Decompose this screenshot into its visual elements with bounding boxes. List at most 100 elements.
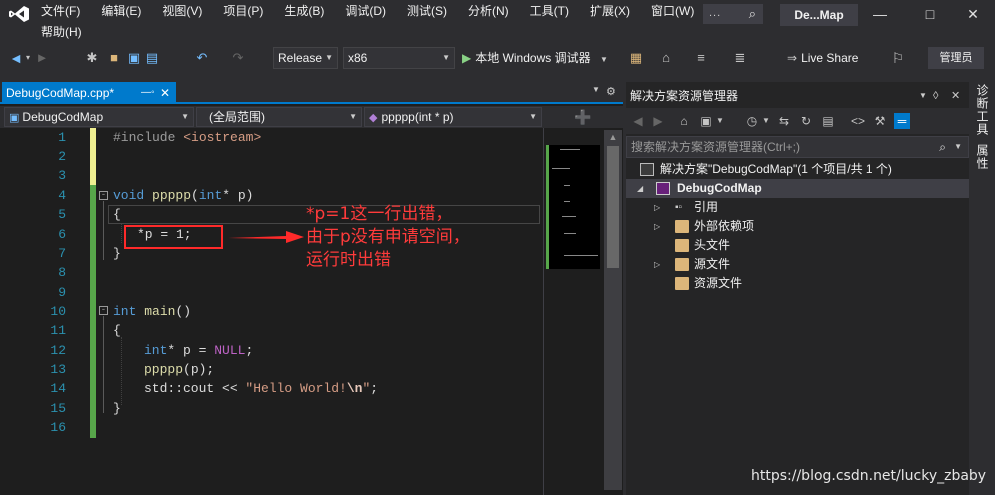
code-line: 1 #include <iostream>	[0, 128, 543, 147]
live-share-button[interactable]: ⇒ Live Share	[787, 47, 858, 69]
side-tab-diagnostics[interactable]: 诊断工具	[974, 84, 991, 136]
forward-icon[interactable]: ►	[34, 50, 50, 66]
nav-project-select[interactable]: ▣ DebugCodMap ▼	[4, 107, 194, 127]
menu-project[interactable]: 项目(P)	[222, 2, 264, 20]
pin-icon[interactable]: ◊	[933, 86, 938, 106]
code-token: {	[113, 207, 121, 222]
line-number: 3	[58, 168, 66, 183]
quick-search[interactable]: ... ⌕	[703, 4, 763, 24]
tree-item-references[interactable]: ▷ ▪▫ 引用	[626, 198, 969, 217]
save-all-icon[interactable]: ▤	[144, 50, 160, 66]
code-token: ppppp	[144, 362, 184, 377]
navigation-bar: ▣ DebugCodMap ▼ (全局范围) ▼ ◆ ppppp(int * p) …	[0, 106, 623, 128]
code-token: "Hello World!	[245, 381, 347, 396]
scrollbar-thumb[interactable]	[607, 146, 619, 268]
menu-edit[interactable]: 编辑(E)	[100, 2, 142, 20]
vertical-scrollbar[interactable]: ▲	[604, 130, 622, 490]
references-icon: ▪▫	[675, 202, 683, 213]
line-number: 10	[50, 304, 66, 319]
code-line: 2	[0, 147, 543, 166]
tab-list-icon[interactable]: ▼	[592, 85, 600, 94]
minimap-line	[564, 201, 570, 202]
back-icon[interactable]: ◀	[630, 113, 646, 129]
nav-scope-select[interactable]: (全局范围) ▼	[196, 107, 362, 127]
toolbox-icon[interactable]: ⌂	[658, 50, 674, 66]
code-token: {	[113, 323, 121, 338]
step-icon[interactable]: ≡	[693, 50, 709, 66]
menu-tools[interactable]: 工具(T)	[529, 2, 570, 20]
tree-project[interactable]: ◢ DebugCodMap	[626, 179, 969, 198]
chevron-down-icon[interactable]: ▼	[954, 137, 962, 157]
minimap-line	[564, 255, 598, 256]
code-token: void	[113, 188, 145, 203]
line-number: 4	[58, 188, 66, 203]
start-debugging-button[interactable]: ▶ 本地 Windows 调试器 ▼	[462, 47, 608, 69]
sync-icon[interactable]: ⇆	[776, 113, 792, 129]
properties-icon[interactable]: ⚒	[872, 113, 888, 129]
pin-icon[interactable]: —◦	[141, 82, 155, 104]
gear-icon[interactable]: ⚙	[606, 85, 616, 98]
chevron-down-icon: ▼	[181, 112, 189, 121]
menu-bar-row2: 帮助(H)	[40, 23, 102, 41]
tab-debugcodmap-cpp[interactable]: DebugCodMap.cpp* —◦ ✕	[2, 82, 176, 104]
menu-build[interactable]: 生成(B)	[283, 2, 325, 20]
tree-label: 外部依赖项	[694, 219, 755, 233]
line-number: 14	[50, 381, 66, 396]
new-item-icon[interactable]: ✱	[84, 50, 100, 66]
menu-test[interactable]: 测试(S)	[406, 2, 448, 20]
preview-selected-icon[interactable]: ═	[894, 113, 910, 129]
undo-icon[interactable]: ↶	[194, 50, 210, 66]
code-line: 14 std::cout << "Hello World!\n";	[0, 379, 543, 398]
admin-badge: 管理员	[928, 47, 984, 69]
feedback-icon[interactable]: ⚐	[890, 50, 906, 66]
folder-icon	[675, 258, 689, 271]
tree-item-resource-files[interactable]: 资源文件	[626, 274, 969, 293]
tree-item-source-files[interactable]: ▷ 源文件	[626, 255, 969, 274]
code-line: 15 }	[0, 399, 543, 418]
collapse-all-icon[interactable]: ▤	[820, 113, 836, 129]
close-icon[interactable]: ✕	[951, 86, 960, 106]
chevron-down-icon[interactable]: ▼	[712, 113, 728, 129]
scroll-up-icon[interactable]: ▲	[604, 132, 622, 142]
split-editor-icon[interactable]: ➕	[543, 106, 623, 128]
menu-analyze[interactable]: 分析(N)	[467, 2, 510, 20]
menu-file[interactable]: 文件(F)	[40, 2, 81, 20]
code-token: }	[113, 401, 121, 416]
solution-search-input[interactable]: 搜索解决方案资源管理器(Ctrl+;) ⌕ ▼	[626, 136, 969, 158]
open-folder-icon[interactable]: ■	[106, 50, 122, 66]
code-token: (	[191, 188, 199, 203]
configuration-select[interactable]: Release ▼	[273, 47, 338, 69]
platform-select[interactable]: x86 ▼	[343, 47, 455, 69]
tree-label: 头文件	[694, 238, 731, 252]
home-icon[interactable]: ⌂	[676, 113, 692, 129]
refresh-icon[interactable]: ↻	[798, 113, 814, 129]
view-code-icon[interactable]: <>	[850, 113, 866, 129]
minimap[interactable]: ▲	[543, 128, 623, 495]
minimize-icon[interactable]: —	[865, 4, 895, 24]
tree-item-external-deps[interactable]: ▷ 外部依赖项	[626, 217, 969, 236]
side-tab-properties[interactable]: 属性	[974, 144, 991, 170]
main-toolbar: ◄ ▾ ► ✱ ■ ▣ ▤ ↶ ↷ Release ▼ x86 ▼ ▶ 本地 Wi…	[0, 42, 995, 74]
tree-item-header-files[interactable]: 头文件	[626, 236, 969, 255]
collapsed-arrow-icon: ▷	[654, 222, 661, 231]
maximize-icon[interactable]: □	[915, 4, 945, 24]
code-editor[interactable]: - - 1 #include <iostream> 2 3 4 void ppp…	[0, 128, 543, 495]
menu-window[interactable]: 窗口(W)	[650, 2, 695, 20]
menu-help[interactable]: 帮助(H)	[40, 23, 83, 41]
close-icon[interactable]: ✕	[958, 4, 988, 24]
code-token: <iostream>	[183, 130, 262, 145]
chevron-down-icon[interactable]: ▼	[758, 113, 774, 129]
nav-function-select[interactable]: ◆ ppppp(int * p) ▼	[364, 107, 542, 127]
menu-view[interactable]: 视图(V)	[161, 2, 203, 20]
close-tab-icon[interactable]: ✕	[160, 82, 170, 104]
menu-debug[interactable]: 调试(D)	[344, 2, 387, 20]
forward-icon[interactable]: ▶	[650, 113, 666, 129]
attach-icon[interactable]: ▦	[628, 50, 644, 66]
format-icon[interactable]: ≣	[732, 50, 748, 66]
code-line: 16	[0, 418, 543, 437]
menu-extensions[interactable]: 扩展(X)	[589, 2, 631, 20]
save-icon[interactable]: ▣	[126, 50, 142, 66]
chevron-down-icon[interactable]: ▼	[919, 86, 927, 106]
tree-solution[interactable]: 解决方案"DebugCodMap"(1 个项目/共 1 个)	[626, 160, 969, 179]
redo-icon[interactable]: ↷	[230, 50, 246, 66]
